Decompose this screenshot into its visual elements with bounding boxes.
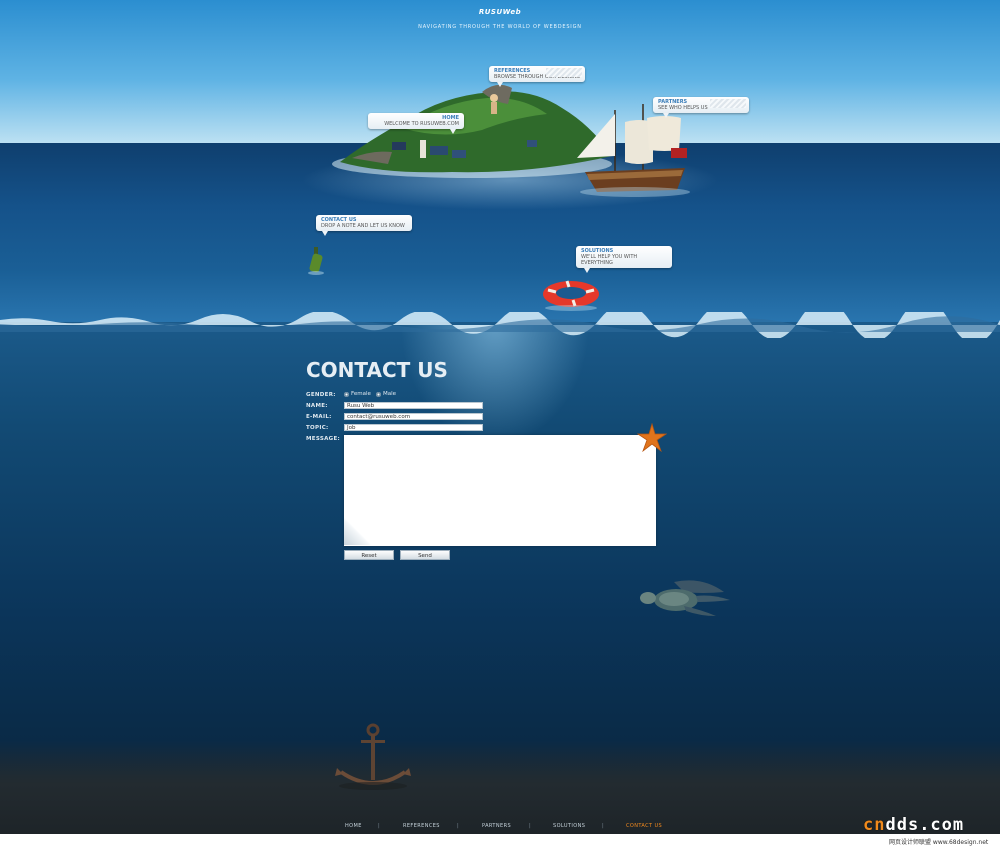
watermark-logo-c: cn [863,815,886,835]
bubble-tail [663,113,669,118]
bubble-stripes [710,99,746,108]
page-title: CONTACT US [306,358,448,382]
bottom-strip [0,834,1000,850]
bubble-tail [450,129,456,134]
turtle-illustration [640,580,730,616]
nav-separator: | [457,823,460,829]
bubble-home[interactable]: HOME WELCOME TO RUSUWEB.COM [368,113,464,134]
watermark-logo-rest: dds.com [885,815,965,835]
page-curl [344,517,372,545]
bubble-tail [322,231,328,236]
site-tagline: NAVIGATING THROUGH THE WORLD OF WEBDESIG… [418,24,582,30]
topic-label: TOPIC: [306,425,329,431]
gender-female-radio[interactable] [344,392,349,397]
bubble-stripes [546,68,582,77]
footer-nav: HOME | REFERENCES | PARTNERS | SOLUTIONS… [0,818,1000,834]
starfish-icon [637,423,667,453]
nav-separator: | [602,823,605,829]
email-label: E-MAIL: [306,414,332,420]
nav-solutions[interactable]: SOLUTIONS [553,823,585,829]
nav-separator: | [529,823,532,829]
gender-female-label[interactable]: Female [351,391,371,397]
bubble-partners[interactable]: PARTNERS SEE WHO HELPS US [653,97,749,118]
nav-contact-us[interactable]: CONTACT US [626,823,662,829]
gender-male-radio[interactable] [376,392,381,397]
nav-partners[interactable]: PARTNERS [482,823,511,829]
nav-references[interactable]: REFERENCES [403,823,440,829]
bubble-tail [497,82,503,87]
message-label: MESSAGE: [306,436,341,442]
anchor-illustration [335,723,411,790]
message-textarea[interactable] [344,435,656,546]
bottle-icon[interactable] [306,245,326,277]
site-logo[interactable]: RUSUWeb [466,8,534,16]
watermark-subtext: 网页设计师联盟 www.68design.net [889,839,989,846]
bubble-tail [584,268,590,273]
name-label: NAME: [306,403,328,409]
bubble-contact[interactable]: CONTACT US DROP A NOTE AND LET US KNOW [316,215,412,236]
gender-label: GENDER: [306,392,336,398]
watermark-logo: cndds.com [863,815,964,835]
life-ring-icon[interactable] [540,278,602,312]
waterline-wave [0,312,1000,338]
nav-home[interactable]: HOME [345,823,362,829]
bubble-solutions-sub: WE'LL HELP YOU WITH EVERYTHING [581,254,638,266]
gender-male-label[interactable]: Male [383,391,396,397]
send-button[interactable]: Send [400,550,450,560]
bubble-contact-sub: DROP A NOTE AND LET US KNOW [321,223,405,229]
reset-button[interactable]: Reset [344,550,394,560]
bubble-references[interactable]: REFERENCES BROWSE THROUGH OUR DESIGNS [489,66,585,87]
topic-field[interactable]: Job [344,424,483,431]
nav-separator: | [378,823,381,829]
pirate-ship-illustration[interactable] [565,102,700,200]
page-scene: RUSUWeb NAVIGATING THROUGH THE WORLD OF … [0,0,1000,850]
bubble-home-sub: WELCOME TO RUSUWEB.COM [384,121,459,127]
email-field[interactable]: contact@rusuweb.com [344,413,483,420]
bubble-solutions[interactable]: SOLUTIONS WE'LL HELP YOU WITH EVERYTHING [576,246,672,273]
name-field[interactable]: Rusu Web [344,402,483,409]
